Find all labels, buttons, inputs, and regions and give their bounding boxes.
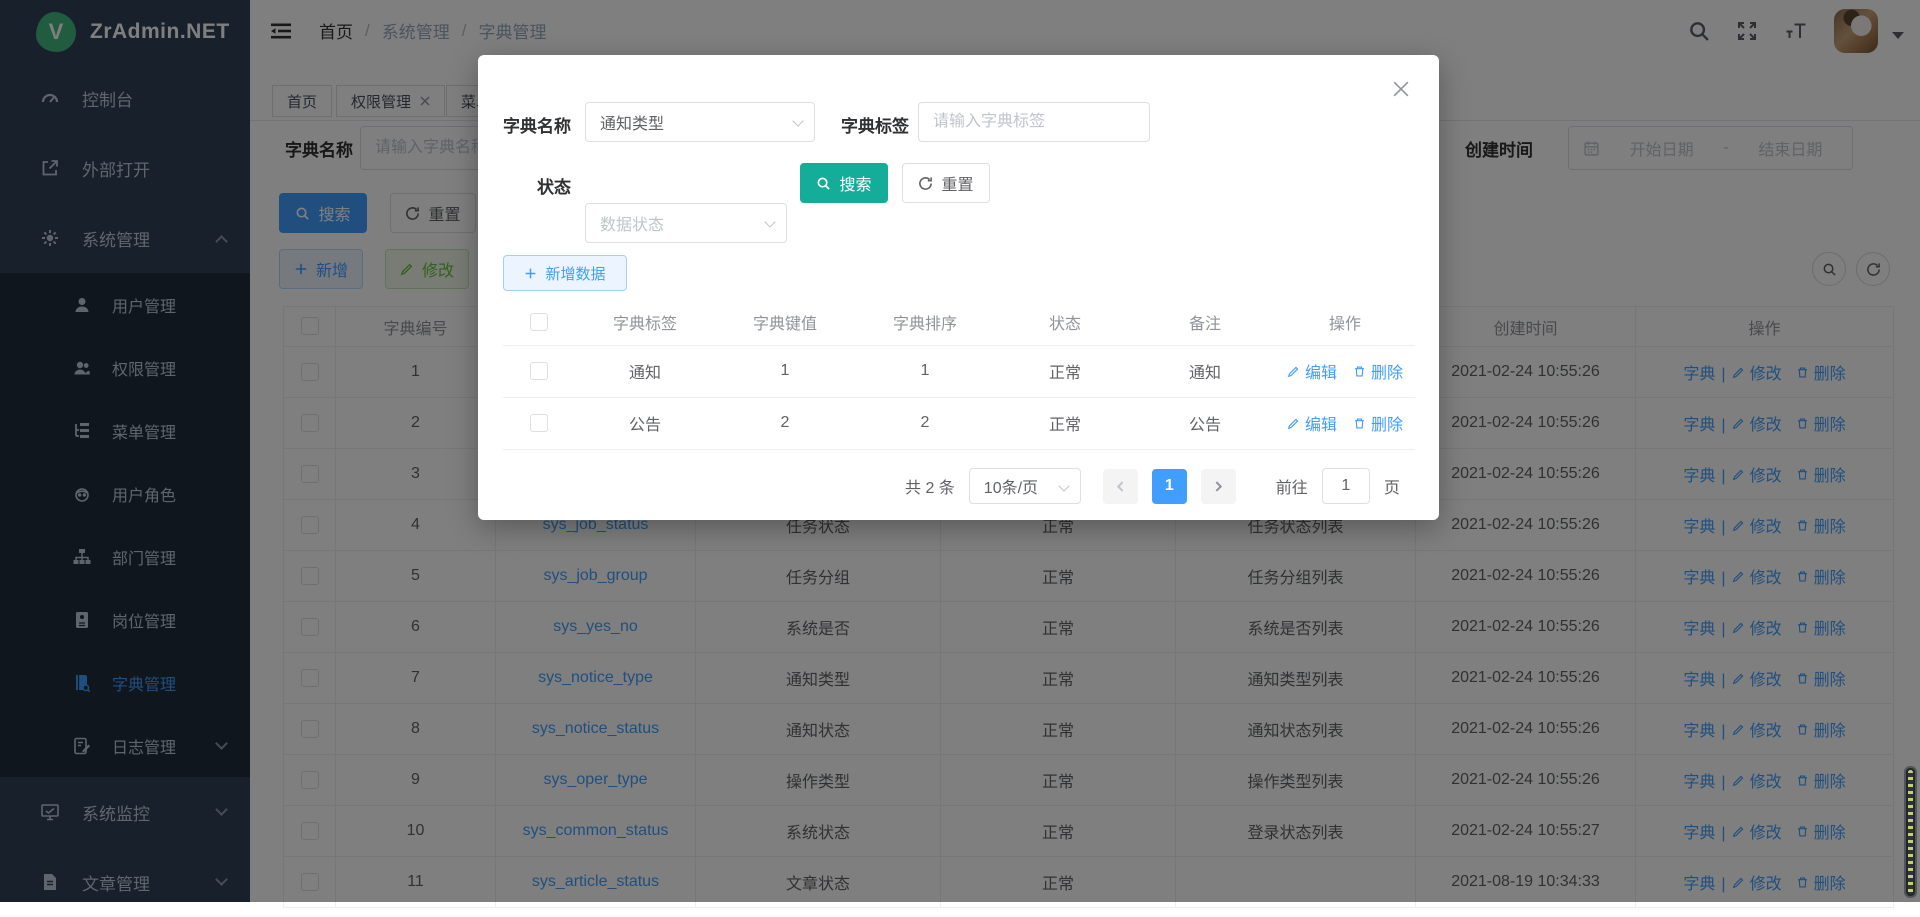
dialog-status-select[interactable]: 数据状态 [585,203,787,243]
dialog-dict-label-label: 字典标签 [841,112,909,137]
row-checkbox-cell [503,397,575,449]
dict-value-cell: 2 [715,397,855,449]
goto-unit-label: 页 [1384,474,1400,498]
dialog-table-row: 公告22正常公告编辑删除 [503,397,1415,449]
remark-cell: 公告 [1135,397,1275,449]
col-dict-label: 字典标签 [575,300,715,345]
next-page-button[interactable] [1201,469,1236,504]
dialog-add-data-button[interactable]: 新增数据 [503,255,627,291]
actions-cell: 编辑删除 [1275,345,1415,397]
prev-page-button[interactable] [1103,469,1138,504]
col-actions: 操作 [1275,300,1415,345]
dialog-search-button[interactable]: 搜索 [800,163,888,203]
goto-page-input[interactable] [1322,468,1370,504]
row-edit-link[interactable]: 编辑 [1287,411,1337,435]
current-page-button[interactable]: 1 [1152,469,1187,504]
status-cell: 正常 [995,345,1135,397]
dialog-search-label: 搜索 [839,171,871,195]
goto-label: 前往 [1276,474,1308,498]
scrollbar-thumb-stripes [1908,770,1913,894]
status-cell: 正常 [995,397,1135,449]
row-checkbox-cell [503,345,575,397]
actions-cell: 编辑删除 [1275,397,1415,449]
dict-data-dialog: 字典名称 通知类型 字典标签 状态 数据状态 搜索 重置 新增数据 字典标签 字… [478,55,1439,520]
dialog-reset-label: 重置 [941,171,973,195]
dict-name-selected-value: 通知类型 [600,110,664,134]
col-dict-value: 字典键值 [715,300,855,345]
col-status: 状态 [995,300,1135,345]
select-all-checkbox[interactable] [530,313,548,331]
row-checkbox[interactable] [530,414,548,432]
chevron-down-icon [792,115,803,126]
dialog-dict-label-input[interactable] [918,102,1150,142]
chevron-down-icon [764,216,775,227]
select-all-checkbox-cell [503,300,575,345]
dialog-dict-name-select[interactable]: 通知类型 [585,102,815,142]
remark-cell: 通知 [1135,345,1275,397]
dialog-add-data-label: 新增数据 [545,263,605,284]
dict-value-cell: 1 [715,345,855,397]
page-size-select[interactable]: 10条/页 [969,468,1081,504]
dialog-reset-button[interactable]: 重置 [902,163,990,203]
dict-sort-cell: 1 [855,345,995,397]
dict-label-cell: 公告 [575,397,715,449]
dialog-status-label: 状态 [503,173,571,198]
row-delete-link[interactable]: 删除 [1353,359,1403,383]
vertical-scrollbar[interactable] [1904,766,1917,898]
col-dict-sort: 字典排序 [855,300,995,345]
page-size-value: 10条/页 [984,474,1038,498]
dialog-table-row: 通知11正常通知编辑删除 [503,345,1415,397]
pagination-total: 共 2 条 [905,474,955,498]
dialog-table-header-row: 字典标签 字典键值 字典排序 状态 备注 操作 [503,300,1415,345]
close-icon[interactable] [1393,81,1409,97]
row-checkbox[interactable] [530,362,548,380]
chevron-down-icon [1058,480,1069,491]
dict-data-table: 字典标签 字典键值 字典排序 状态 备注 操作 通知11正常通知编辑删除公告22… [503,300,1415,450]
dialog-pagination: 共 2 条 10条/页 1 前往 页 [905,468,1400,504]
status-placeholder: 数据状态 [600,211,664,235]
row-edit-link[interactable]: 编辑 [1287,359,1337,383]
col-remark: 备注 [1135,300,1275,345]
row-delete-link[interactable]: 删除 [1353,411,1403,435]
dialog-dict-name-label: 字典名称 [503,112,571,137]
dict-sort-cell: 2 [855,397,995,449]
dict-label-cell: 通知 [575,345,715,397]
